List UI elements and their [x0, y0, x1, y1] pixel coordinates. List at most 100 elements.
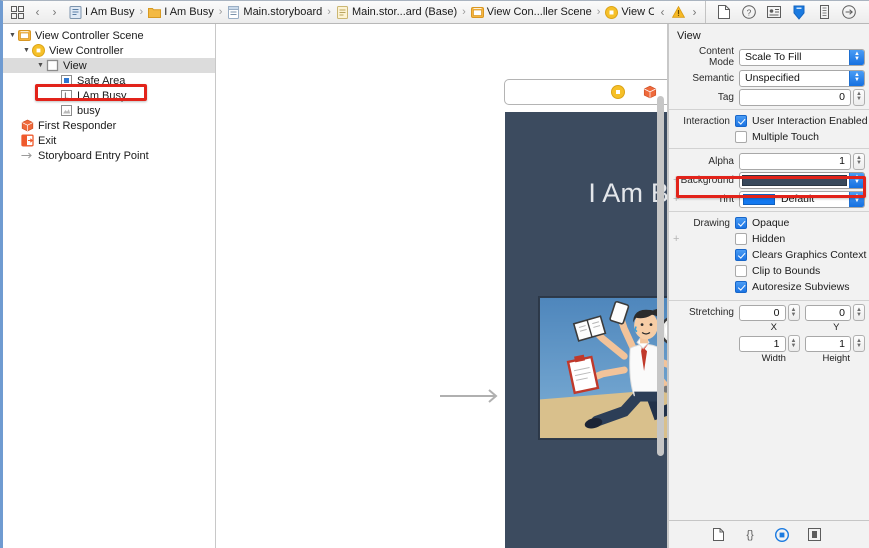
- file-inspector-icon[interactable]: [716, 4, 732, 20]
- clip-to-bounds-checkbox[interactable]: [735, 265, 747, 277]
- breadcrumb-item-view-controller[interactable]: View Controller: [605, 5, 654, 19]
- attributes-inspector-icon[interactable]: [806, 527, 822, 543]
- attributes-inspector-icon[interactable]: [791, 4, 807, 20]
- outline-item-safe-area[interactable]: Safe Area: [3, 73, 215, 88]
- disclosure-triangle-icon[interactable]: ▼: [21, 47, 32, 54]
- breadcrumb-label: I Am Busy: [85, 6, 135, 18]
- outline-item-view[interactable]: ▼ View: [3, 58, 215, 73]
- back-button[interactable]: ‹: [29, 4, 46, 20]
- outline-item-label: Safe Area: [77, 74, 126, 87]
- outline-item-view-controller-scene[interactable]: ▼ View Controller Scene: [3, 28, 215, 43]
- chevron-updown-icon[interactable]: ▲ ▼: [849, 191, 864, 207]
- autoresize-subviews-checkbox[interactable]: [735, 281, 747, 293]
- outline-item-busy-image[interactable]: busy: [3, 103, 215, 118]
- clears-graphics-context-label: Clears Graphics Context: [752, 249, 867, 261]
- exit-icon: [21, 134, 34, 147]
- view-controller-icon[interactable]: [610, 85, 625, 99]
- canvas-vertical-scrollbar[interactable]: [657, 96, 664, 456]
- outline-item-exit[interactable]: Exit: [3, 133, 215, 148]
- chevron-updown-icon[interactable]: ▲ ▼: [849, 49, 864, 65]
- outline-list: ▼ View Controller Scene ▼ View Controlle…: [3, 24, 215, 163]
- breadcrumb-item-storyboard[interactable]: Main.storyboard: [227, 5, 323, 19]
- outline-item-storyboard-entry-point[interactable]: Storyboard Entry Point: [3, 148, 215, 163]
- busy-businessman-illustration[interactable]: [538, 296, 667, 440]
- device-preview[interactable]: I Am Busy: [505, 112, 667, 548]
- semantic-select[interactable]: Unspecified ▲ ▼: [739, 69, 865, 87]
- tint-row: + Tint Default ▲ ▼: [669, 190, 869, 208]
- stretching-width-stepper[interactable]: ▲ ▼: [787, 335, 800, 352]
- spacer-label: .: [669, 282, 735, 293]
- tag-row: Tag 0 ▲ ▼: [669, 88, 869, 106]
- identity-inspector-icon[interactable]: [766, 4, 782, 20]
- breadcrumb-item-storyboard-base[interactable]: Main.stor...ard (Base): [336, 5, 457, 19]
- add-background-variation-icon[interactable]: +: [673, 174, 679, 186]
- opaque-checkbox[interactable]: [735, 217, 747, 229]
- alpha-input[interactable]: 1: [739, 152, 851, 170]
- chevron-updown-icon[interactable]: ▲ ▼: [849, 70, 864, 86]
- view-controller-icon: [32, 44, 45, 57]
- size-inspector-icon[interactable]: [816, 4, 832, 20]
- disclosure-triangle-icon[interactable]: ▼: [7, 32, 18, 39]
- identity-inspector-icon[interactable]: [774, 527, 790, 543]
- forward-button[interactable]: ›: [46, 4, 63, 20]
- outline-item-i-am-busy-label[interactable]: L I Am Busy: [3, 88, 215, 103]
- content-mode-label: Content Mode: [698, 46, 734, 68]
- storyboard-icon: [228, 5, 240, 19]
- stretching-height-input[interactable]: 1: [804, 335, 851, 352]
- background-color-well[interactable]: ▲ ▼: [739, 171, 865, 189]
- tint-color-well[interactable]: Default ▲ ▼: [739, 190, 865, 208]
- disclosure-triangle-icon[interactable]: ▼: [35, 62, 46, 69]
- connections-inspector-icon[interactable]: [841, 4, 857, 20]
- multiple-touch-row: . Multiple Touch: [669, 129, 869, 145]
- stretching-y-input[interactable]: 0: [804, 304, 851, 321]
- breadcrumb-label: I Am Busy: [164, 6, 214, 18]
- stretching-width-input[interactable]: 1: [739, 335, 786, 352]
- alpha-stepper[interactable]: ▲ ▼: [853, 152, 865, 170]
- quick-help-icon[interactable]: ?: [741, 4, 757, 20]
- tag-input[interactable]: 0: [739, 88, 851, 106]
- issue-navigation: ‹ ›: [654, 4, 705, 20]
- breadcrumb-item-folder[interactable]: I Am Busy: [148, 6, 214, 19]
- warning-triangle-icon[interactable]: [672, 6, 685, 18]
- content-mode-row: Content Mode Scale To Fill ▲ ▼: [669, 46, 869, 68]
- hidden-checkbox[interactable]: [735, 233, 747, 245]
- scene-dock[interactable]: [504, 79, 667, 105]
- breadcrumb-label: Main.storyboard: [243, 6, 323, 18]
- outline-item-first-responder[interactable]: First Responder: [3, 118, 215, 133]
- stretching-wh-sublabels: Width Height: [673, 352, 865, 366]
- breadcrumb-item-project[interactable]: I Am Busy: [69, 5, 135, 19]
- multiple-touch-checkbox[interactable]: [735, 131, 747, 143]
- storyboard-canvas[interactable]: I Am Busy: [216, 24, 668, 548]
- stretching-x-stepper[interactable]: ▲ ▼: [787, 304, 800, 321]
- user-interaction-enabled-checkbox[interactable]: [735, 115, 747, 127]
- previous-issue-button[interactable]: ‹: [654, 4, 671, 20]
- divider: [669, 211, 869, 212]
- first-responder-icon[interactable]: [643, 85, 657, 99]
- interaction-label: Interaction: [683, 115, 730, 127]
- chevron-updown-icon[interactable]: ▲ ▼: [849, 172, 864, 188]
- main-body: ▼ View Controller Scene ▼ View Controlle…: [3, 24, 869, 548]
- breadcrumb-item-scene[interactable]: View Con...ller Scene: [470, 6, 592, 19]
- next-issue-button[interactable]: ›: [686, 4, 703, 20]
- outline-item-label: First Responder: [38, 119, 117, 132]
- grid-icon[interactable]: [7, 5, 27, 20]
- stretching-height-stepper[interactable]: ▲ ▼: [853, 335, 865, 352]
- tint-color-swatch: [743, 193, 775, 205]
- tint-label: Tint: [717, 193, 734, 205]
- file-inspector-icon[interactable]: [710, 527, 726, 543]
- stretching-width-sublabel: Width: [761, 353, 786, 364]
- outline-item-label: Exit: [38, 134, 57, 147]
- stretching-x-input[interactable]: 0: [739, 304, 786, 321]
- clears-graphics-context-checkbox[interactable]: [735, 249, 747, 261]
- add-tint-variation-icon[interactable]: +: [673, 193, 679, 205]
- stretching-section: Stretching 0 ▲ ▼ 0 ▲ ▼ X Y 1 ▲ ▼ 1 ▲ ▼ W…: [669, 304, 869, 366]
- quick-help-icon[interactable]: {}: [742, 527, 758, 543]
- tag-stepper[interactable]: ▲ ▼: [853, 88, 865, 106]
- outline-item-view-controller[interactable]: ▼ View Controller: [3, 43, 215, 58]
- outline-item-label: View Controller: [49, 44, 124, 57]
- project-icon: [69, 5, 82, 19]
- stretching-y-stepper[interactable]: ▲ ▼: [853, 304, 865, 321]
- content-mode-select[interactable]: Scale To Fill ▲ ▼: [739, 48, 865, 66]
- add-drawing-variation-icon[interactable]: +: [673, 233, 679, 245]
